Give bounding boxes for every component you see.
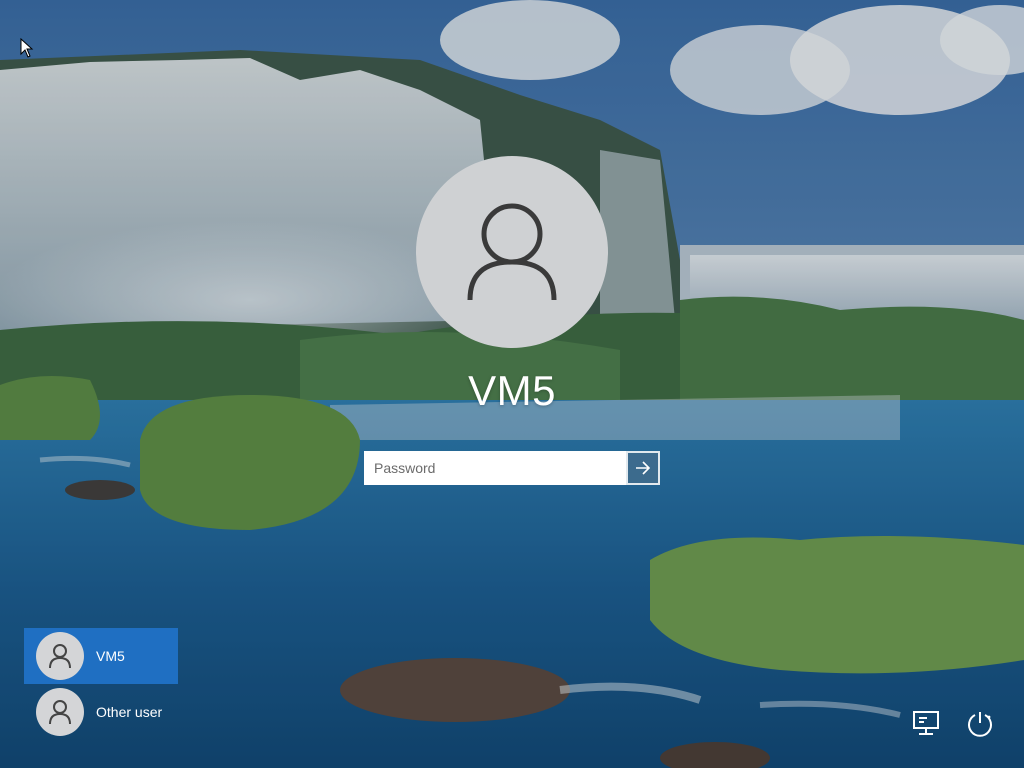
user-icon <box>49 644 71 669</box>
power-button[interactable] <box>962 706 998 742</box>
avatar <box>36 688 84 736</box>
mouse-cursor-icon <box>20 38 34 58</box>
arrow-right-icon <box>636 461 651 475</box>
user-icon <box>49 700 71 725</box>
system-icons <box>908 706 998 742</box>
password-row <box>364 451 660 485</box>
user-list-item-other-user[interactable]: Other user <box>24 684 178 740</box>
user-list-item-vm5[interactable]: VM5 <box>24 628 178 684</box>
user-name-label: Other user <box>96 704 163 720</box>
avatar <box>36 632 84 680</box>
network-icon <box>913 711 939 735</box>
lock-screen: VM5 VM5 Other user <box>0 0 1024 768</box>
submit-button[interactable] <box>626 451 660 485</box>
power-icon <box>968 712 992 737</box>
user-list: VM5 Other user <box>24 628 178 740</box>
user-name-label: VM5 <box>96 648 125 664</box>
password-input[interactable] <box>364 451 626 485</box>
network-button[interactable] <box>908 706 944 742</box>
username-title: VM5 <box>468 367 556 414</box>
user-icon <box>467 203 557 301</box>
user-avatar-large <box>416 156 608 348</box>
